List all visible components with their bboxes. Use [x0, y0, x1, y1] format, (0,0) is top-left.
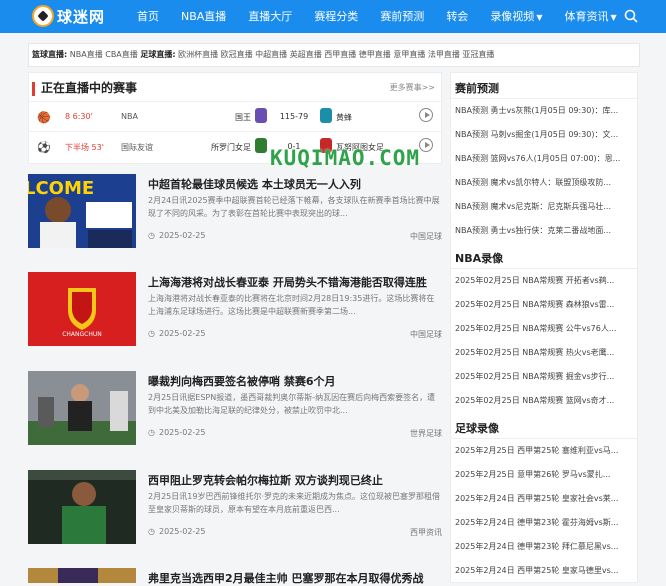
soccer-ball-icon [32, 5, 54, 27]
nav-video[interactable]: 录像视频 ▼ [479, 0, 553, 33]
news-title[interactable]: 中超首轮最佳球员候选 本土球员无一人入列 [148, 176, 361, 192]
news-category[interactable]: 世界足球 [410, 428, 442, 439]
news-thumbnail[interactable] [28, 568, 136, 583]
match-score: 115-79 [279, 112, 309, 121]
sidebar: 赛前预测 NBA预测 勇士vs灰熊(1月05日 09:30)：库... NBA预… [450, 72, 638, 583]
nav-home[interactable]: 首页 [126, 0, 170, 33]
football-links[interactable]: 欧洲杯直播 欧冠直播 中超直播 英超直播 西甲直播 德甲直播 意甲直播 法甲直播… [178, 50, 494, 59]
play-icon[interactable] [419, 108, 433, 122]
live-links-ticker: 篮球直播: NBA直播 CBA直播 足球直播: 欧洲杯直播 欧冠直播 中超直播 … [28, 43, 640, 67]
list-item[interactable]: NBA预测 勇士vs灰熊(1月05日 09:30)：库... [451, 99, 637, 123]
list-item[interactable]: 2025年02月25日 NBA常规赛 掘金vs步行... [451, 365, 637, 389]
news-thumbnail[interactable]: CHANGCHUN [28, 272, 136, 346]
top-header: 球迷网 首页 NBA直播 直播大厅 赛程分类 赛前预测 转会 录像视频 ▼ 体育资… [0, 0, 666, 33]
news-item[interactable]: LCOME 中超首轮最佳球员候选 本土球员无一人入列 2月24日讯2025赛季中… [28, 174, 442, 262]
list-item[interactable]: 2025年2月24日 德甲第23轮 霍芬海姆vs斯... [451, 511, 637, 535]
news-date: 2025-02-25 [148, 527, 206, 536]
list-item[interactable]: 2025年2月25日 西甲第25轮 塞维利亚vs马... [451, 439, 637, 463]
nba-video-section-title: NBA录像 [451, 243, 637, 269]
news-summary: 2月24日讯2025赛季中超联赛首轮已经落下帷幕，各支球队在新赛季首场比赛中展现… [148, 196, 440, 218]
svg-text:LCOME: LCOME [28, 178, 94, 199]
site-logo[interactable]: 球迷网 [32, 5, 105, 27]
logo-text: 球迷网 [57, 7, 106, 26]
football-label: 足球直播: [140, 50, 176, 59]
live-header: 正在直播中的赛事 更多赛事>> [29, 73, 441, 101]
play-icon[interactable] [419, 138, 433, 152]
team-logo-icon [255, 108, 267, 123]
list-item[interactable]: 2025年02月25日 NBA常规赛 公牛vs76人... [451, 317, 637, 341]
more-matches-link[interactable]: 更多赛事>> [390, 82, 435, 93]
news-item[interactable]: CHANGCHUN 上海海港将对战长春亚泰 开局势头不错海港能否取得连胜 上海海… [28, 272, 442, 360]
news-date: 2025-02-25 [148, 428, 206, 437]
team-logo-icon [255, 138, 267, 153]
list-item[interactable]: NBA预测 篮网vs76人(1月05日 07:00)：恩... [451, 147, 637, 171]
news-category[interactable]: 中国足球 [410, 329, 442, 340]
news-item[interactable]: 西甲阻止罗克转会帕尔梅拉斯 双方谈判现已终止 2月25日讯19岁巴西前锋维托尔·… [28, 470, 442, 558]
news-title[interactable]: 上海海港将对战长春亚泰 开局势头不错海港能否取得连胜 [148, 274, 427, 290]
news-title[interactable]: 曝裁判向梅西要签名被停哨 禁赛6个月 [148, 373, 335, 389]
predict-section-title: 赛前预测 [451, 73, 637, 99]
nav-transfer[interactable]: 转会 [435, 0, 479, 33]
news-summary: 2月25日讯19岁巴西前锋维托尔·罗克的未来近期成为焦点。这位现被巴塞罗那租借至… [148, 492, 440, 514]
list-item[interactable]: 2025年02月25日 NBA常规赛 热火vs老鹰... [451, 341, 637, 365]
news-category[interactable]: 中国足球 [410, 231, 442, 242]
nav-schedule[interactable]: 赛程分类 [303, 0, 369, 33]
chevron-down-icon: ▼ [536, 13, 543, 22]
list-item[interactable]: NBA预测 勇士vs独行侠：克莱二番战地面... [451, 219, 637, 243]
nav-prediction[interactable]: 赛前预测 [369, 0, 435, 33]
news-category[interactable]: 西甲资讯 [410, 527, 442, 538]
nav-live-hall[interactable]: 直播大厅 [237, 0, 303, 33]
title-accent-bar [32, 82, 35, 96]
news-thumbnail[interactable] [28, 371, 136, 445]
match-time: 下半场 53' [65, 143, 104, 152]
list-item[interactable]: 2025年2月24日 西甲第25轮 皇家社会vs莱... [451, 487, 637, 511]
basketball-label: 篮球直播: [32, 50, 68, 59]
news-summary: 上海海港将对战长春亚泰的比赛将在北京时间2月28日19:35进行。这场比赛将在上… [148, 294, 435, 316]
chevron-down-icon: ▼ [610, 13, 617, 22]
list-item[interactable]: NBA预测 魔术vs凯尔特人：联盟顶级攻防... [451, 171, 637, 195]
soccer-ball-icon: ⚽ [37, 141, 51, 154]
list-item[interactable]: NBA预测 马刺vs掘金(1月05日 09:30)：文... [451, 123, 637, 147]
list-item[interactable]: 2025年02月25日 NBA常规赛 森林狼vs雷... [451, 293, 637, 317]
search-icon[interactable] [624, 9, 638, 23]
nav-video-label: 录像视频 [490, 10, 535, 23]
news-title[interactable]: 西甲阻止罗克转会帕尔梅拉斯 双方谈判现已终止 [148, 472, 383, 488]
basketball-icon: 🏀 [37, 111, 51, 124]
live-title: 正在直播中的赛事 [41, 81, 138, 95]
nav-news-label: 体育资讯 [564, 10, 609, 23]
news-item[interactable]: 曝裁判向梅西要签名被停哨 禁赛6个月 2月25日讯据ESPN报道，墨西哥裁判奥尔… [28, 371, 442, 459]
list-item[interactable]: 2025年2月25日 意甲第26轮 罗马vs蒙扎... [451, 463, 637, 487]
football-video-list: 2025年2月25日 西甲第25轮 塞维利亚vs马... 2025年2月25日 … [451, 439, 637, 582]
away-team: 黄蜂 [336, 113, 352, 122]
news-item[interactable]: 弗里克当选西甲2月最佳主帅 巴塞罗那在本月取得优秀战 [28, 568, 442, 586]
site-watermark: KUQIMAO.COM [270, 146, 421, 170]
list-item[interactable]: 2025年2月24日 西甲第25轮 皇家马德里vs... [451, 559, 637, 582]
match-row[interactable]: 🏀 8 6:30' NBA 国王 115-79 黄蜂 [29, 101, 441, 131]
news-title[interactable]: 弗里克当选西甲2月最佳主帅 巴塞罗那在本月取得优秀战 [148, 570, 423, 586]
list-item[interactable]: NBA预测 魔术vs尼克斯：尼克斯兵强马壮... [451, 195, 637, 219]
list-item[interactable]: 2025年02月25日 NBA常规赛 开拓者vs鹈... [451, 269, 637, 293]
home-team: 所罗门女足 [211, 143, 251, 152]
match-league: 国际友谊 [121, 143, 153, 152]
match-league: NBA [121, 112, 138, 121]
football-video-section-title: 足球录像 [451, 413, 637, 439]
svg-text:CHANGCHUN: CHANGCHUN [62, 331, 102, 338]
list-item[interactable]: 2025年02月25日 NBA常规赛 篮网vs奇才... [451, 389, 637, 413]
news-thumbnail[interactable]: LCOME [28, 174, 136, 248]
nba-video-list: 2025年02月25日 NBA常规赛 开拓者vs鹈... 2025年02月25日… [451, 269, 637, 413]
news-summary: 2月25日讯据ESPN报道，墨西哥裁判奥尔蒂斯-纳瓦因在赛后向梅西索要签名，遭到… [148, 393, 436, 415]
nav-news[interactable]: 体育资讯 ▼ [553, 0, 627, 33]
news-date: 2025-02-25 [148, 231, 206, 240]
main-column: 正在直播中的赛事 更多赛事>> 🏀 8 6:30' NBA 国王 115-79 … [28, 72, 442, 585]
predict-list: NBA预测 勇士vs灰熊(1月05日 09:30)：库... NBA预测 马刺v… [451, 99, 637, 243]
nav-nba-live[interactable]: NBA直播 [170, 0, 237, 33]
match-time: 8 6:30' [65, 112, 93, 121]
basketball-links[interactable]: NBA直播 CBA直播 [70, 50, 138, 59]
news-date: 2025-02-25 [148, 329, 206, 338]
team-logo-icon [320, 108, 332, 123]
main-nav: 首页 NBA直播 直播大厅 赛程分类 赛前预测 转会 录像视频 ▼ 体育资讯 ▼ [126, 0, 628, 33]
list-item[interactable]: 2025年2月24日 德甲第23轮 拜仁慕尼黑vs... [451, 535, 637, 559]
home-team: 国王 [235, 113, 251, 122]
news-thumbnail[interactable] [28, 470, 136, 544]
